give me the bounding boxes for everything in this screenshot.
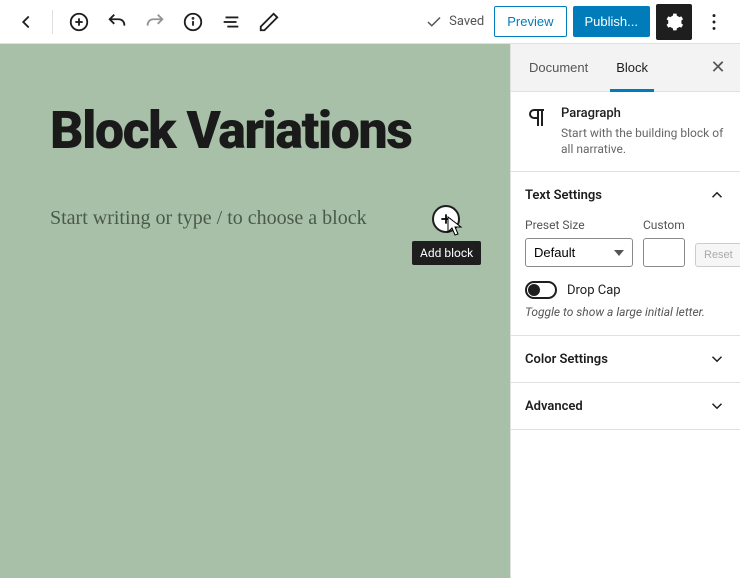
paragraph-placeholder[interactable]: Start writing or type / to choose a bloc…	[50, 207, 367, 230]
panel-advanced-toggle[interactable]: Advanced	[511, 383, 740, 429]
chevron-up-icon	[708, 186, 726, 204]
close-sidebar-button[interactable]: ✕	[700, 50, 736, 86]
save-status-label: Saved	[449, 14, 484, 29]
add-block-tooltip: Add block	[412, 241, 481, 265]
preset-size-label: Preset Size	[525, 218, 633, 232]
panel-title: Color Settings	[525, 352, 608, 367]
drop-cap-description: Toggle to show a large initial letter.	[525, 305, 726, 319]
post-title[interactable]: Block Variations	[50, 104, 460, 159]
panel-title: Text Settings	[525, 188, 602, 203]
tab-block[interactable]: Block	[602, 44, 662, 91]
drop-cap-toggle[interactable]	[525, 281, 557, 299]
more-menu-button[interactable]	[696, 4, 732, 40]
drop-cap-label: Drop Cap	[567, 283, 621, 298]
redo-button[interactable]	[137, 4, 173, 40]
preset-size-select[interactable]: Default	[525, 238, 633, 267]
separator	[52, 10, 53, 34]
panel-title: Advanced	[525, 399, 583, 414]
back-button[interactable]	[8, 4, 44, 40]
outline-button[interactable]	[213, 4, 249, 40]
custom-size-label: Custom	[643, 218, 685, 232]
settings-button[interactable]	[656, 4, 692, 40]
panel-color-settings-toggle[interactable]: Color Settings	[511, 336, 740, 382]
edit-button[interactable]	[251, 4, 287, 40]
cursor-icon	[446, 215, 464, 237]
info-button[interactable]	[175, 4, 211, 40]
tab-document[interactable]: Document	[515, 44, 602, 91]
undo-button[interactable]	[99, 4, 135, 40]
chevron-down-icon	[708, 350, 726, 368]
custom-size-input[interactable]	[643, 238, 685, 267]
preview-button[interactable]: Preview	[494, 6, 566, 37]
settings-sidebar: Document Block ✕ Paragraph Start with th…	[510, 44, 740, 578]
editor-canvas[interactable]: Block Variations Start writing or type /…	[0, 44, 510, 578]
paragraph-icon	[525, 106, 549, 130]
block-description: Start with the building block of all nar…	[561, 125, 726, 157]
panel-text-settings-toggle[interactable]: Text Settings	[511, 172, 740, 218]
publish-button[interactable]: Publish...	[573, 6, 650, 37]
add-block-toolbar-button[interactable]	[61, 4, 97, 40]
chevron-down-icon	[708, 397, 726, 415]
gear-icon	[664, 12, 684, 32]
check-icon	[425, 13, 443, 31]
reset-size-button[interactable]: Reset	[695, 243, 740, 267]
block-name: Paragraph	[561, 106, 726, 121]
save-status: Saved	[425, 13, 484, 31]
